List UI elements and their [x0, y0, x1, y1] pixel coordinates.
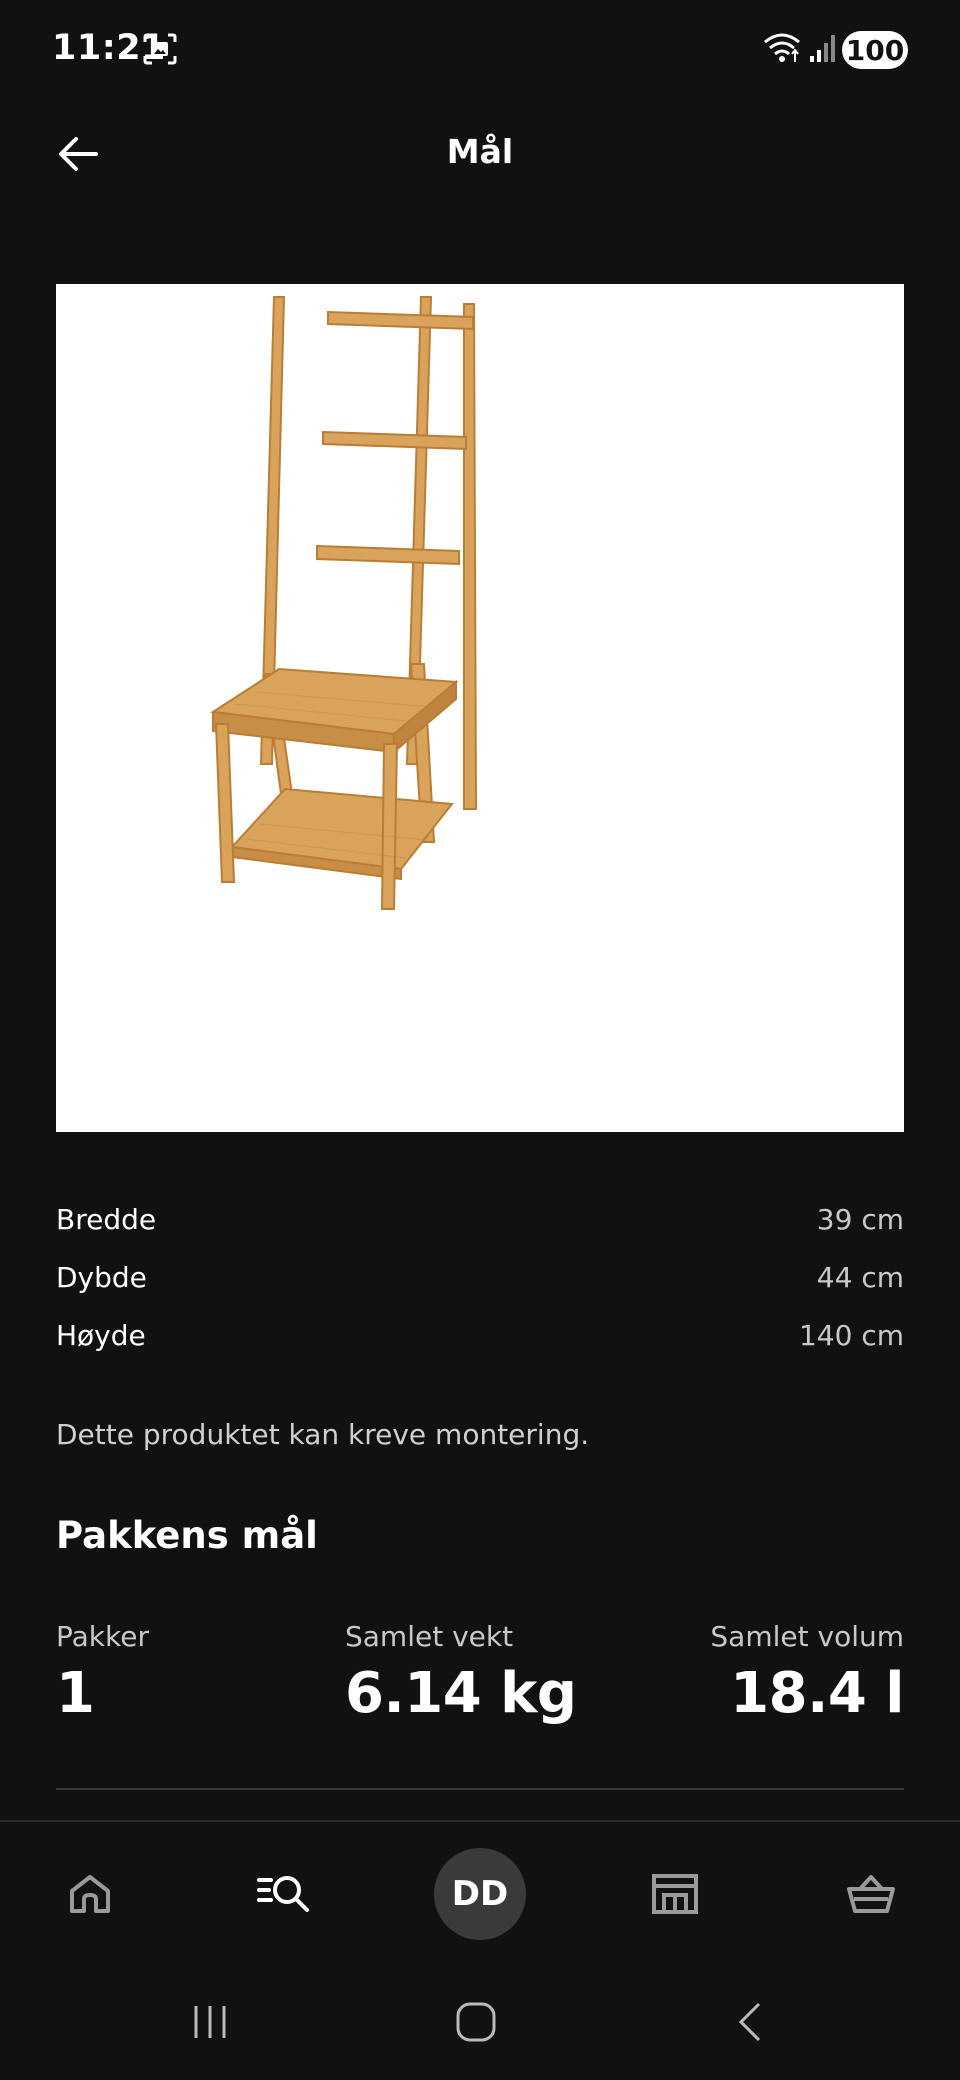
- dimension-label: Bredde: [56, 1202, 157, 1236]
- dimension-label: Høyde: [56, 1318, 146, 1352]
- package-count-value: 1: [56, 1661, 95, 1726]
- dimension-value: 44 cm: [816, 1260, 904, 1294]
- package-weight-label: Samlet vekt: [345, 1620, 514, 1653]
- dimension-row-depth: Dybde 44 cm: [56, 1248, 904, 1306]
- home-button[interactable]: [446, 1992, 506, 2052]
- nav-store[interactable]: [630, 1822, 720, 1966]
- package-volume-label: Samlet volum: [710, 1620, 904, 1653]
- recent-apps-icon: [194, 2006, 226, 2038]
- dimension-label: Dybde: [56, 1260, 147, 1294]
- wifi-icon: [762, 30, 802, 68]
- status-bar: 11:21 100: [0, 0, 960, 100]
- page-title: Mål: [446, 132, 514, 171]
- signal-icon: [808, 32, 838, 68]
- nav-profile[interactable]: DD: [434, 1822, 526, 1966]
- package-weight-value: 6.14 kg: [345, 1661, 577, 1726]
- package-weight: Samlet vekt 6.14 kg: [345, 1620, 577, 1726]
- battery-indicator: 100: [842, 31, 908, 69]
- recent-apps-button[interactable]: [180, 1992, 240, 2052]
- chair-illustration: [210, 296, 478, 910]
- package-count: Pakker 1: [56, 1620, 149, 1726]
- nav-basket[interactable]: [826, 1822, 916, 1966]
- back-icon: [738, 2002, 761, 2042]
- assembly-note: Dette produktet kan kreve montering.: [56, 1418, 590, 1451]
- search-list-icon: [257, 1876, 309, 1912]
- system-back-button[interactable]: [720, 1992, 780, 2052]
- dimension-value: 39 cm: [816, 1202, 904, 1236]
- profile-avatar: DD: [434, 1848, 526, 1940]
- home-button-icon: [456, 2002, 496, 2042]
- divider: [56, 1788, 904, 1790]
- package-volume: Samlet volum 18.4 l: [710, 1620, 904, 1726]
- package-heading: Pakkens mål: [56, 1514, 318, 1557]
- dimension-row-width: Bredde 39 cm: [56, 1190, 904, 1248]
- bottom-nav: DD: [0, 1820, 960, 1964]
- package-count-label: Pakker: [56, 1620, 149, 1653]
- dimension-value: 140 cm: [798, 1318, 904, 1352]
- nav-home[interactable]: [48, 1822, 132, 1966]
- package-volume-value: 18.4 l: [730, 1661, 904, 1726]
- store-icon: [652, 1874, 698, 1914]
- system-nav: [0, 1964, 960, 2080]
- screenshot-icon: [142, 32, 178, 70]
- dimension-row-height: Høyde 140 cm: [56, 1306, 904, 1364]
- nav-search[interactable]: [240, 1822, 330, 1966]
- dimensions-list: Bredde 39 cm Dybde 44 cm Høyde 140 cm: [56, 1190, 904, 1364]
- product-image: [56, 284, 904, 1132]
- basket-icon: [847, 1875, 895, 1913]
- home-icon: [70, 1875, 110, 1913]
- header: Mål: [0, 100, 960, 210]
